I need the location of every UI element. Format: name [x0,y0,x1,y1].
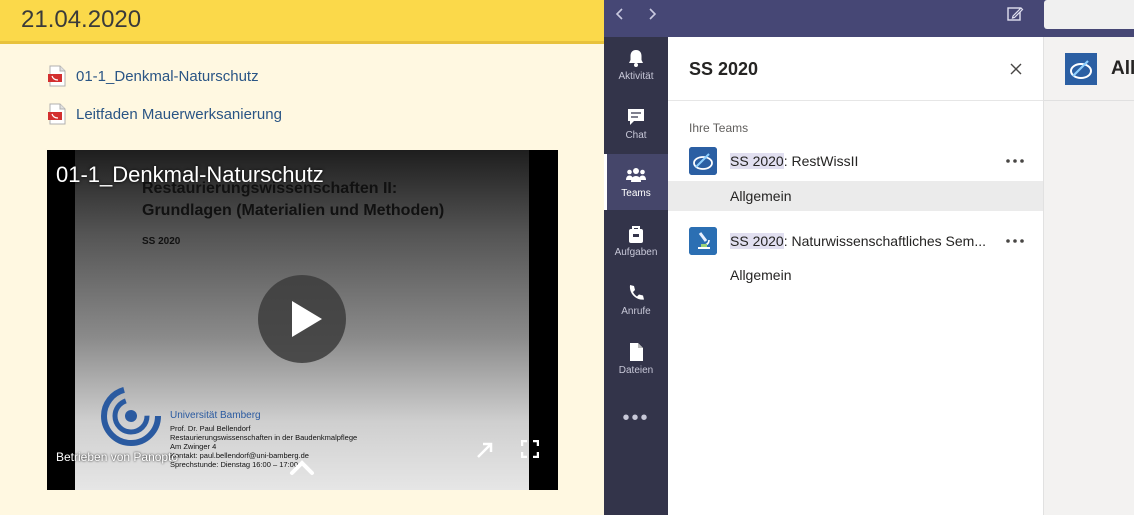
more-options-icon[interactable] [1004,152,1026,170]
team-logo-icon [689,147,717,175]
info-line: Am Zwinger 4 [170,442,217,451]
course-page: 21.04.2020 01-1_Denkmal-Naturschutz Leit… [0,0,604,515]
microscope-icon [689,227,717,255]
team-name-rest: : RestWissII [783,153,859,169]
date-text: 21.04.2020 [21,6,142,33]
file-icon [630,343,643,361]
search-input[interactable] [1044,0,1134,29]
file-link-denkmal[interactable]: 01-1_Denkmal-Naturschutz [48,65,259,87]
slide-contact-info: Prof. Dr. Paul Bellendorf Restaurierungs… [170,424,357,469]
team-avatar [689,147,717,175]
powered-by-panopto: Betrieben von Panopto [56,450,179,464]
team-item-naturwiss[interactable]: SS 2020: Naturwissenschaftliches Sem... [668,222,1044,260]
rail-item-chat[interactable]: Chat [604,96,668,152]
panel-title: SS 2020 [689,59,759,79]
chevron-up-icon[interactable] [287,458,317,476]
rail-label: Aufgaben [614,247,658,258]
back-arrow-icon[interactable] [612,6,628,22]
slide-subtitle: SS 2020 [142,236,181,247]
channel-item-allgemein[interactable]: Allgemein [668,260,1044,290]
teams-icon [626,168,646,182]
team-name-prefix: SS 2020 [730,233,784,249]
pdf-icon [48,103,66,125]
bell-icon [629,50,643,67]
compose-icon[interactable] [1006,5,1024,23]
teams-title-bar [604,0,1134,37]
more-options-icon[interactable] [1004,232,1026,250]
history-nav [612,6,660,22]
file-link-leitfaden[interactable]: Leitfaden Mauerwerksanierung [48,103,282,125]
rail-label: Teams [621,188,651,199]
info-line: Sprechstunde: Dienstag 16:00 – 17:00 [170,460,299,469]
forward-arrow-icon[interactable] [644,6,660,22]
pdf-icon [48,65,66,87]
panel-header: SS 2020 [668,37,1044,101]
university-name: Universität Bamberg [170,410,261,421]
team-avatar [689,227,717,255]
phone-icon [629,285,644,300]
info-line: Restaurierungswissenschaften in der Baud… [170,433,358,442]
team-avatar [1065,53,1097,85]
rail-item-teams[interactable]: Teams [604,154,668,210]
section-label: Ihre Teams [689,121,749,135]
channel-item-allgemein[interactable]: Allgemein [668,181,1044,211]
rail-label: Dateien [618,365,654,376]
team-name: SS 2020: RestWissII [730,153,990,169]
rail-item-files[interactable]: Dateien [604,331,668,387]
slide-title-line2: Grundlagen (Materialien und Methoden) [142,202,445,219]
main-content: All [1044,37,1134,515]
university-logo-icon [101,386,161,446]
close-icon[interactable] [1008,61,1024,77]
rail-item-assignments[interactable]: Aufgaben [604,213,668,269]
play-button[interactable] [258,275,346,363]
chat-icon [628,109,644,125]
date-header: 21.04.2020 [0,0,604,44]
assignments-icon [629,226,643,243]
video-player[interactable]: Restaurierungswissenschaften II: Grundla… [47,150,558,490]
channel-title: All [1111,58,1134,79]
info-line: Kontakt: paul.bellendorf@uni-bamberg.de [170,451,309,460]
rail-label: Chat [625,130,647,141]
rail-item-activity[interactable]: Aktivität [604,37,668,93]
more-apps-icon[interactable]: ••• [604,407,668,430]
channel-label: Allgemein [730,188,792,204]
channel-label: Allgemein [730,267,792,283]
video-caption: 01-1_Denkmal-Naturschutz [56,162,324,187]
rail-item-calls[interactable]: Anrufe [604,272,668,328]
channel-header: All [1044,37,1134,101]
team-name: SS 2020: Naturwissenschaftliches Sem... [730,233,990,249]
team-name-rest: : Naturwissenschaftliches Sem... [783,233,987,249]
file-link-label: 01-1_Denkmal-Naturschutz [76,67,259,85]
team-logo-icon [1065,53,1097,85]
team-item-restwiss[interactable]: SS 2020: RestWissII [668,142,1044,180]
rail-label: Anrufe [621,306,651,317]
open-external-icon[interactable] [475,440,495,460]
fullscreen-icon[interactable] [521,440,539,458]
teams-panel: SS 2020 Ihre Teams SS 2020: RestWissII A… [668,37,1044,515]
app-rail: Aktivität Chat Teams Aufgaben Anrufe Dat… [604,37,668,515]
info-line: Prof. Dr. Paul Bellendorf [170,424,251,433]
play-icon [292,301,322,337]
team-name-prefix: SS 2020 [730,153,784,169]
file-link-label: Leitfaden Mauerwerksanierung [76,105,282,123]
rail-label: Aktivität [618,71,654,82]
